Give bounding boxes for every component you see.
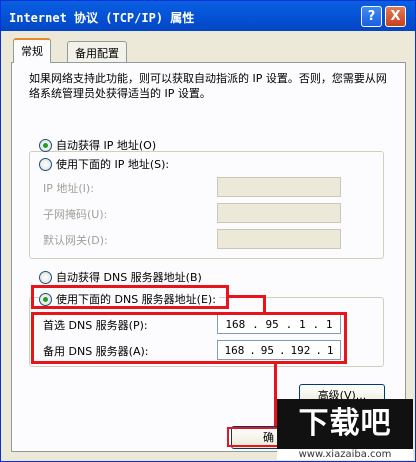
tab-alternate-config[interactable]: 备用配置 xyxy=(67,41,127,62)
auto-ip-label: 自动获得 IP 地址(O) xyxy=(56,139,157,152)
help-button[interactable]: ? xyxy=(361,6,382,27)
window-title: Internet 协议 (TCP/IP) 属性 xyxy=(9,11,195,25)
close-button[interactable]: X xyxy=(385,6,406,27)
ip-address-input[interactable] xyxy=(217,177,341,197)
ok-button-highlight-box xyxy=(227,427,279,447)
auto-dns-option[interactable]: 自动获得 DNS 服务器地址(B) xyxy=(39,269,202,285)
title-bar[interactable]: Internet 协议 (TCP/IP) 属性 ? X xyxy=(1,1,415,31)
tab-alternate-config-label: 备用配置 xyxy=(75,47,119,60)
auto-ip-option[interactable]: 自动获得 IP 地址(O) xyxy=(39,137,156,153)
tcpip-properties-dialog: Internet 协议 (TCP/IP) 属性 ? X 常规 备用配置 如果网络… xyxy=(0,0,416,462)
manual-ip-radio[interactable] xyxy=(39,157,52,171)
manual-ip-label: 使用下面的 IP 地址(S): xyxy=(56,158,170,171)
subnet-mask-label: 子网掩码(U): xyxy=(43,208,108,221)
tab-general[interactable]: 常规 xyxy=(13,38,51,63)
dns-fields-highlight-box xyxy=(31,312,347,364)
subnet-mask-input[interactable] xyxy=(217,203,341,223)
watermark-main-text: 下载吧 xyxy=(277,399,413,449)
highlight-connector-down xyxy=(263,295,266,313)
intro-text: 如果网络支持此功能，则可以获取自动指派的 IP 设置。否则，您需要从网络系统管理… xyxy=(29,72,387,100)
ip-address-label: IP 地址(I): xyxy=(43,182,94,195)
default-gateway-input[interactable] xyxy=(217,229,341,249)
auto-dns-radio[interactable] xyxy=(39,270,52,284)
default-gateway-label: 默认网关(D): xyxy=(43,234,108,247)
auto-dns-label: 自动获得 DNS 服务器地址(B) xyxy=(56,271,202,284)
highlight-connector-horizontal xyxy=(229,295,265,298)
manual-ip-option[interactable]: 使用下面的 IP 地址(S): xyxy=(39,156,173,172)
watermark-url: www.xiazaiba.com xyxy=(277,449,413,460)
watermark-logo: 下载吧 www.xiazaiba.com xyxy=(277,399,413,461)
tab-general-label: 常规 xyxy=(21,45,43,58)
auto-ip-radio[interactable] xyxy=(39,138,52,152)
dns-option-highlight-box xyxy=(31,285,229,309)
